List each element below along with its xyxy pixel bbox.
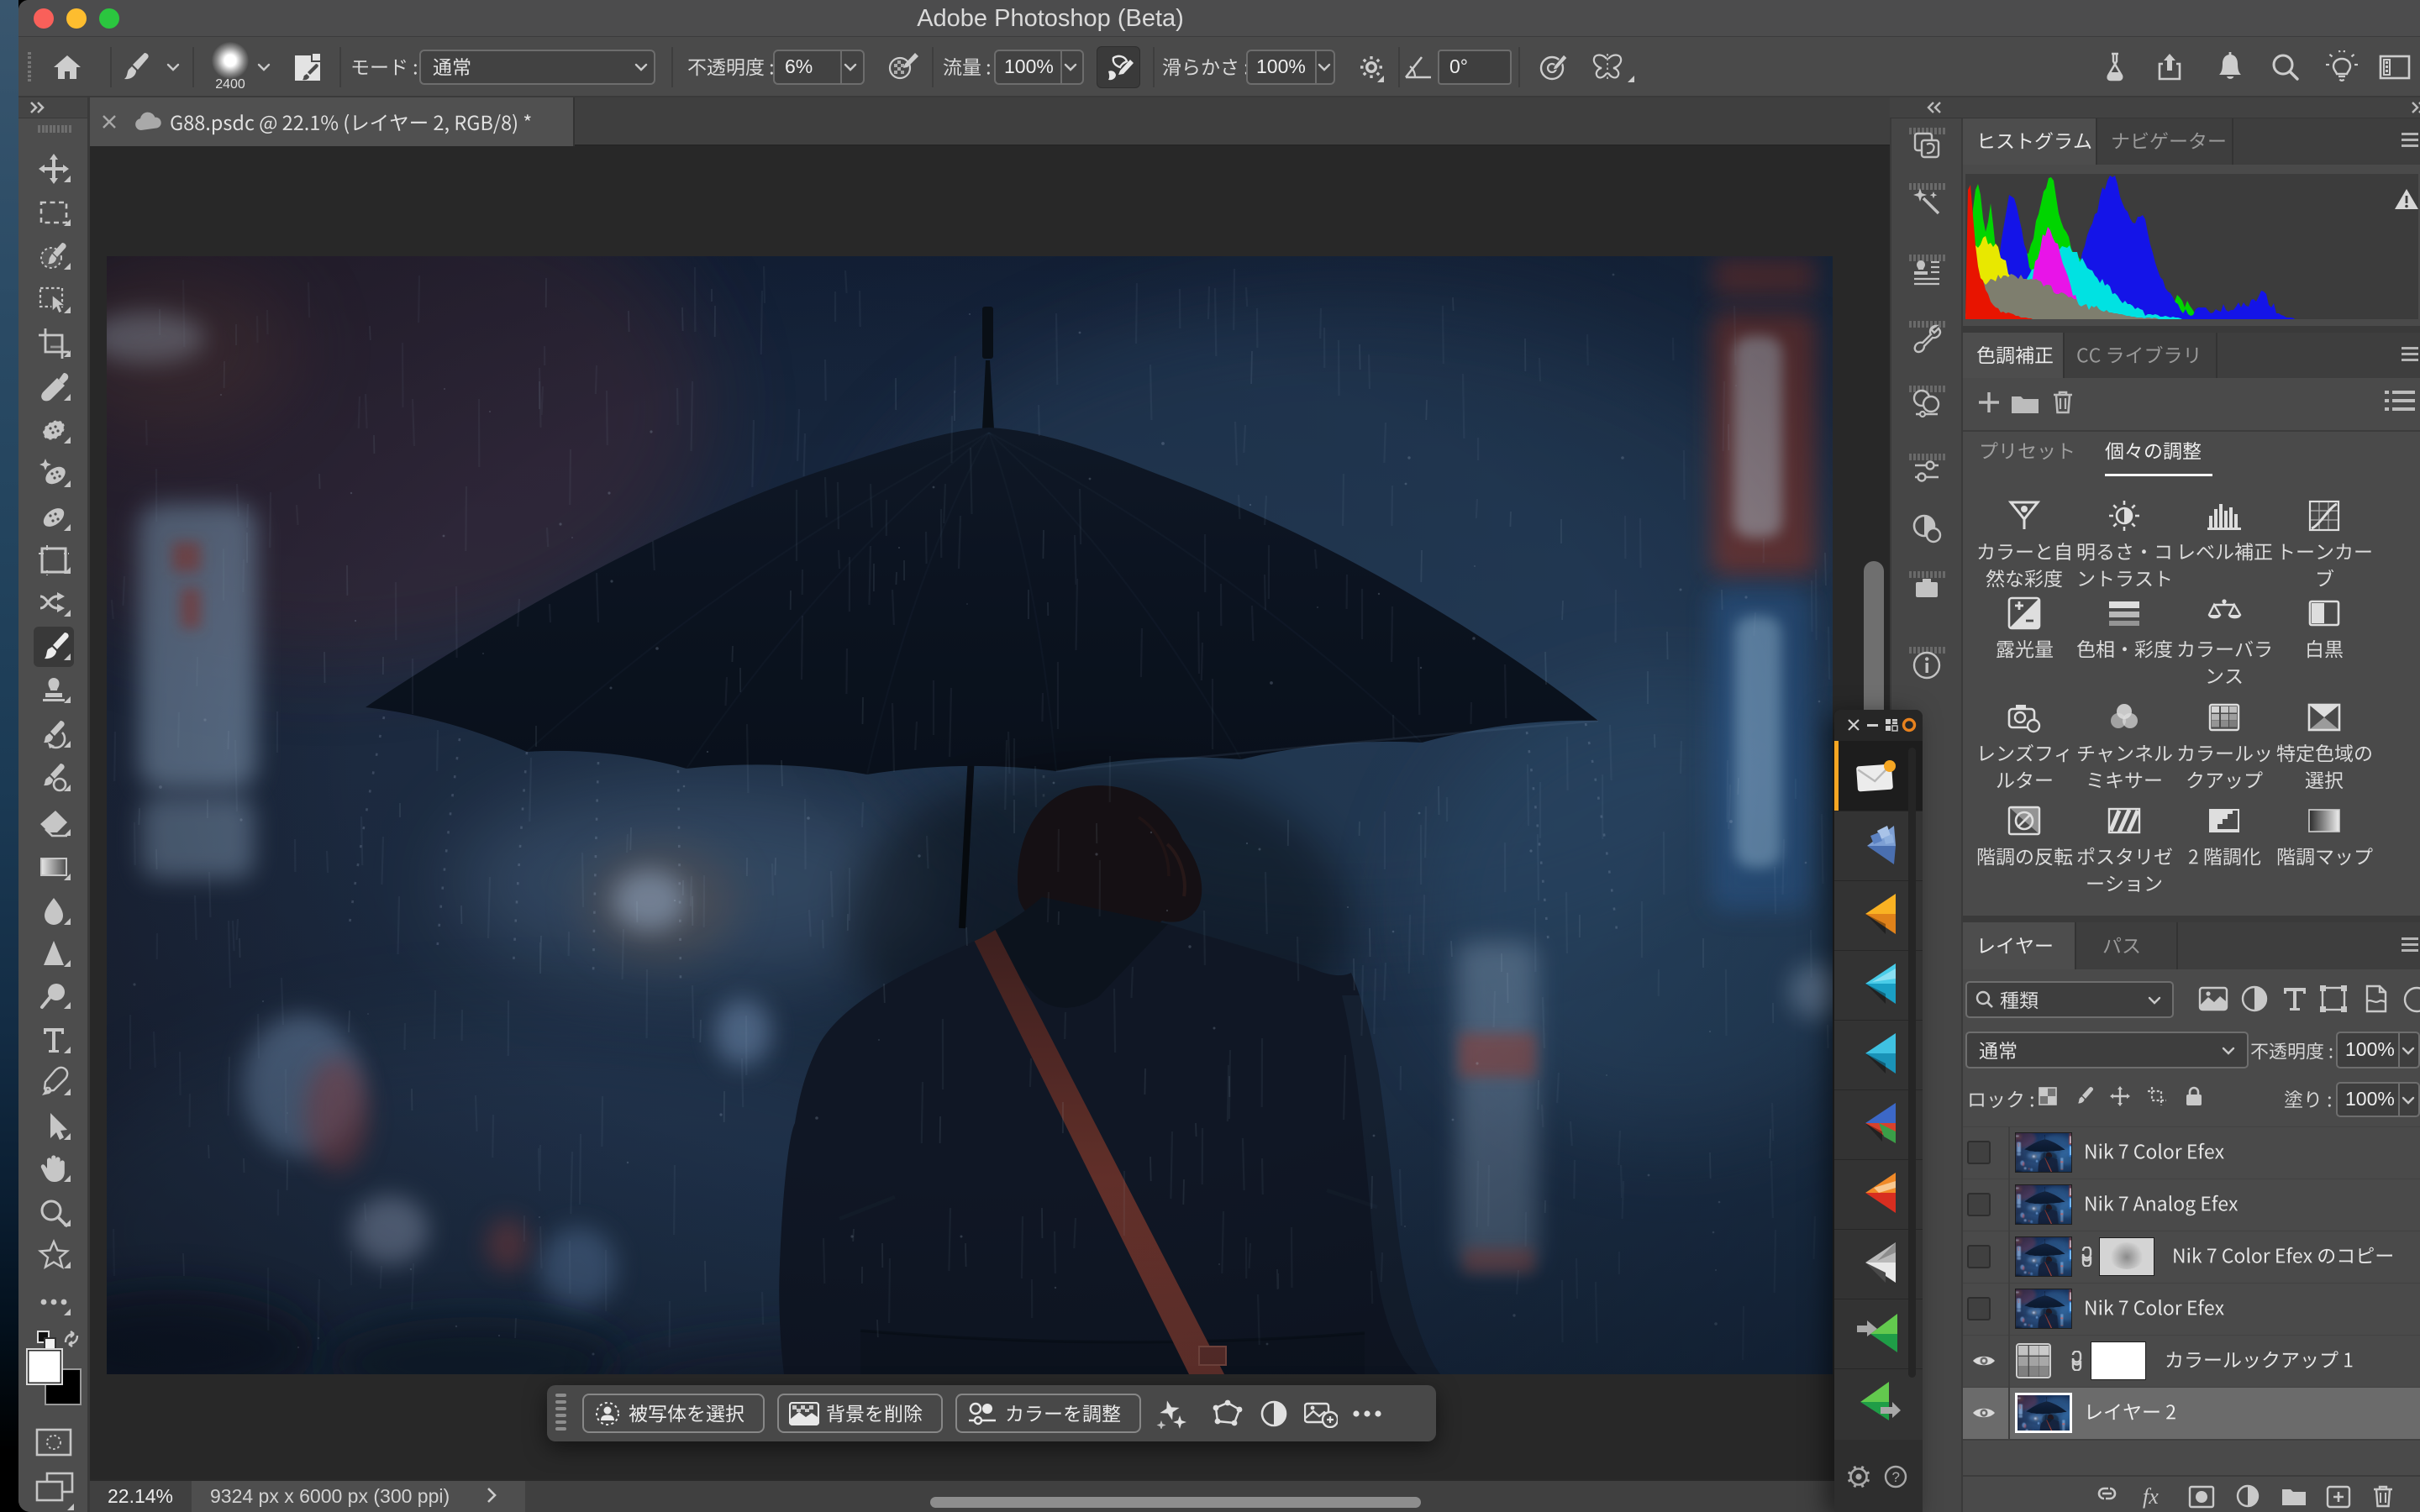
svg-text:fx: fx [2143, 1484, 2159, 1509]
svg-text:?: ? [1892, 1469, 1900, 1485]
